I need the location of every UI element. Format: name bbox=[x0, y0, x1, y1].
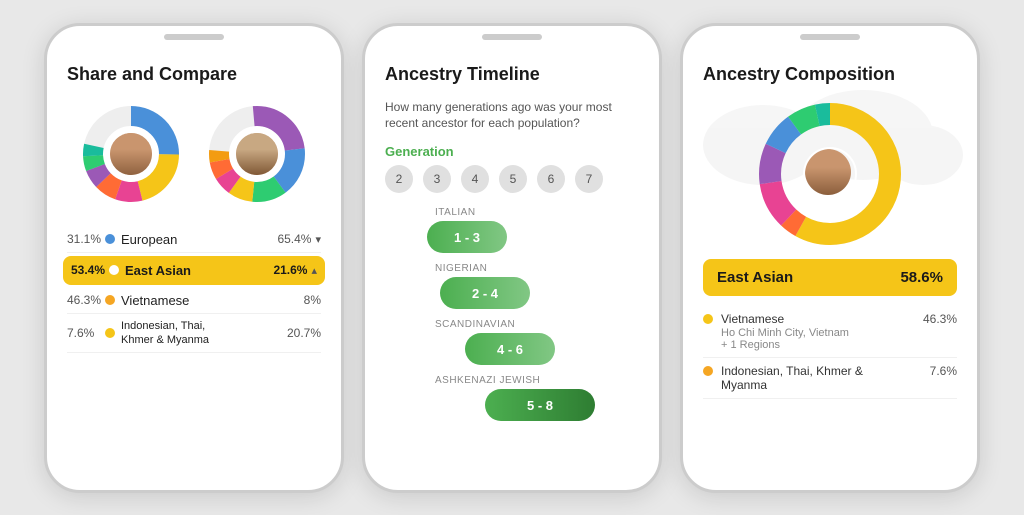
gen-5: 5 bbox=[499, 165, 527, 193]
label-east-asian: East Asian bbox=[125, 263, 269, 278]
comp-sub-list: Vietnamese Ho Chi Minh City, Vietnam+ 1 … bbox=[703, 306, 957, 399]
arrow-east-asian[interactable]: ▴ bbox=[311, 264, 317, 277]
gen-4: 4 bbox=[461, 165, 489, 193]
bar-row-italian: 1 - 3 bbox=[385, 221, 639, 253]
dot-indonesian bbox=[105, 328, 115, 338]
comp-name-indonesian: Indonesian, Thai, Khmer &Myanma bbox=[721, 364, 930, 392]
bar-row-nigerian: 2 - 4 bbox=[385, 277, 639, 309]
dot-east-asian bbox=[109, 265, 119, 275]
pct-left-vietnamese: 46.3% bbox=[67, 293, 105, 307]
east-asian-label: East Asian bbox=[717, 269, 793, 286]
bar-ashkenazi: 5 - 8 bbox=[485, 389, 595, 421]
gen-2: 2 bbox=[385, 165, 413, 193]
label-indonesian: Indonesian, Thai,Khmer & Myanma bbox=[121, 319, 283, 348]
arrow-european[interactable]: ▾ bbox=[315, 233, 321, 246]
row-east-asian: 53.4% East Asian 21.6% ▴ bbox=[63, 256, 325, 285]
timeline-scandinavian: SCANDINAVIAN 4 - 6 bbox=[385, 319, 639, 365]
dot-vietnamese bbox=[105, 295, 115, 305]
ancestry-list: 31.1% European 65.4% ▾ 53.4% East Asian … bbox=[67, 227, 321, 354]
label-european: European bbox=[121, 232, 273, 247]
dot-european bbox=[105, 234, 115, 244]
timeline-nigerian: NIGERIAN 2 - 4 bbox=[385, 263, 639, 309]
pct-left-european: 31.1% bbox=[67, 232, 105, 246]
row-european: 31.1% European 65.4% ▾ bbox=[67, 227, 321, 253]
gen-label: Generation bbox=[385, 144, 639, 159]
timeline-ashkenazi: ASHKENAZI JEWISH 5 - 8 bbox=[385, 375, 639, 421]
bar-row-ashkenazi: 5 - 8 bbox=[385, 389, 639, 421]
comp-sub-indonesian: Indonesian, Thai, Khmer &Myanma 7.6% bbox=[703, 358, 957, 399]
timeline-subtitle: How many generations ago was your most r… bbox=[385, 99, 639, 133]
row-vietnamese: 46.3% Vietnamese 8% bbox=[67, 288, 321, 314]
phone-ancestry-composition: Ancestry Composition bbox=[680, 23, 980, 493]
east-asian-bar: East Asian 58.6% bbox=[703, 259, 957, 296]
timeline-italian: ITALIAN 1 - 3 bbox=[385, 207, 639, 253]
avatar-2 bbox=[234, 131, 280, 177]
pop-label-italian: ITALIAN bbox=[385, 207, 639, 218]
pct-left-indonesian: 7.6% bbox=[67, 326, 105, 340]
gen-6: 6 bbox=[537, 165, 565, 193]
phone-share-compare: Share and Compare bbox=[44, 23, 344, 493]
east-asian-pct: 58.6% bbox=[900, 269, 943, 286]
phone1-title: Share and Compare bbox=[67, 64, 321, 85]
donut-2 bbox=[202, 99, 312, 209]
label-vietnamese: Vietnamese bbox=[121, 293, 300, 308]
comp-pct-vietnamese: 46.3% bbox=[923, 312, 957, 326]
comp-pct-indonesian: 7.6% bbox=[930, 364, 957, 378]
pct-left-east-asian: 53.4% bbox=[71, 263, 109, 277]
comp-sub-vietnamese: Vietnamese Ho Chi Minh City, Vietnam+ 1 … bbox=[703, 306, 957, 358]
pct-right-indonesian: 20.7% bbox=[287, 326, 321, 340]
phone-ancestry-timeline: Ancestry Timeline How many generations a… bbox=[362, 23, 662, 493]
pop-label-nigerian: NIGERIAN bbox=[385, 263, 639, 274]
bar-row-scandinavian: 4 - 6 bbox=[385, 333, 639, 365]
comp-name-vietnamese: Vietnamese Ho Chi Minh City, Vietnam+ 1 … bbox=[721, 312, 923, 351]
bar-nigerian: 2 - 4 bbox=[440, 277, 530, 309]
comp-dot-indonesian bbox=[703, 366, 713, 376]
pct-right-east-asian: 21.6% bbox=[273, 263, 307, 277]
gen-3: 3 bbox=[423, 165, 451, 193]
phone2-title: Ancestry Timeline bbox=[385, 64, 639, 85]
comp-avatar bbox=[803, 147, 857, 201]
bar-scandinavian: 4 - 6 bbox=[465, 333, 555, 365]
phone3-title: Ancestry Composition bbox=[703, 64, 957, 85]
donut-row bbox=[67, 99, 321, 209]
pct-right-vietnamese: 8% bbox=[304, 293, 321, 307]
avatar-1 bbox=[108, 131, 154, 177]
pct-right-european: 65.4% bbox=[277, 232, 311, 246]
pop-label-scandinavian: SCANDINAVIAN bbox=[385, 319, 639, 330]
gen-7: 7 bbox=[575, 165, 603, 193]
row-indonesian: 7.6% Indonesian, Thai,Khmer & Myanma 20.… bbox=[67, 314, 321, 354]
comp-dot-vietnamese bbox=[703, 314, 713, 324]
pop-label-ashkenazi: ASHKENAZI JEWISH bbox=[385, 375, 639, 386]
donut-1 bbox=[76, 99, 186, 209]
gen-numbers: 2 3 4 5 6 7 bbox=[385, 165, 639, 193]
bar-italian: 1 - 3 bbox=[427, 221, 507, 253]
comp-donut bbox=[755, 99, 905, 249]
